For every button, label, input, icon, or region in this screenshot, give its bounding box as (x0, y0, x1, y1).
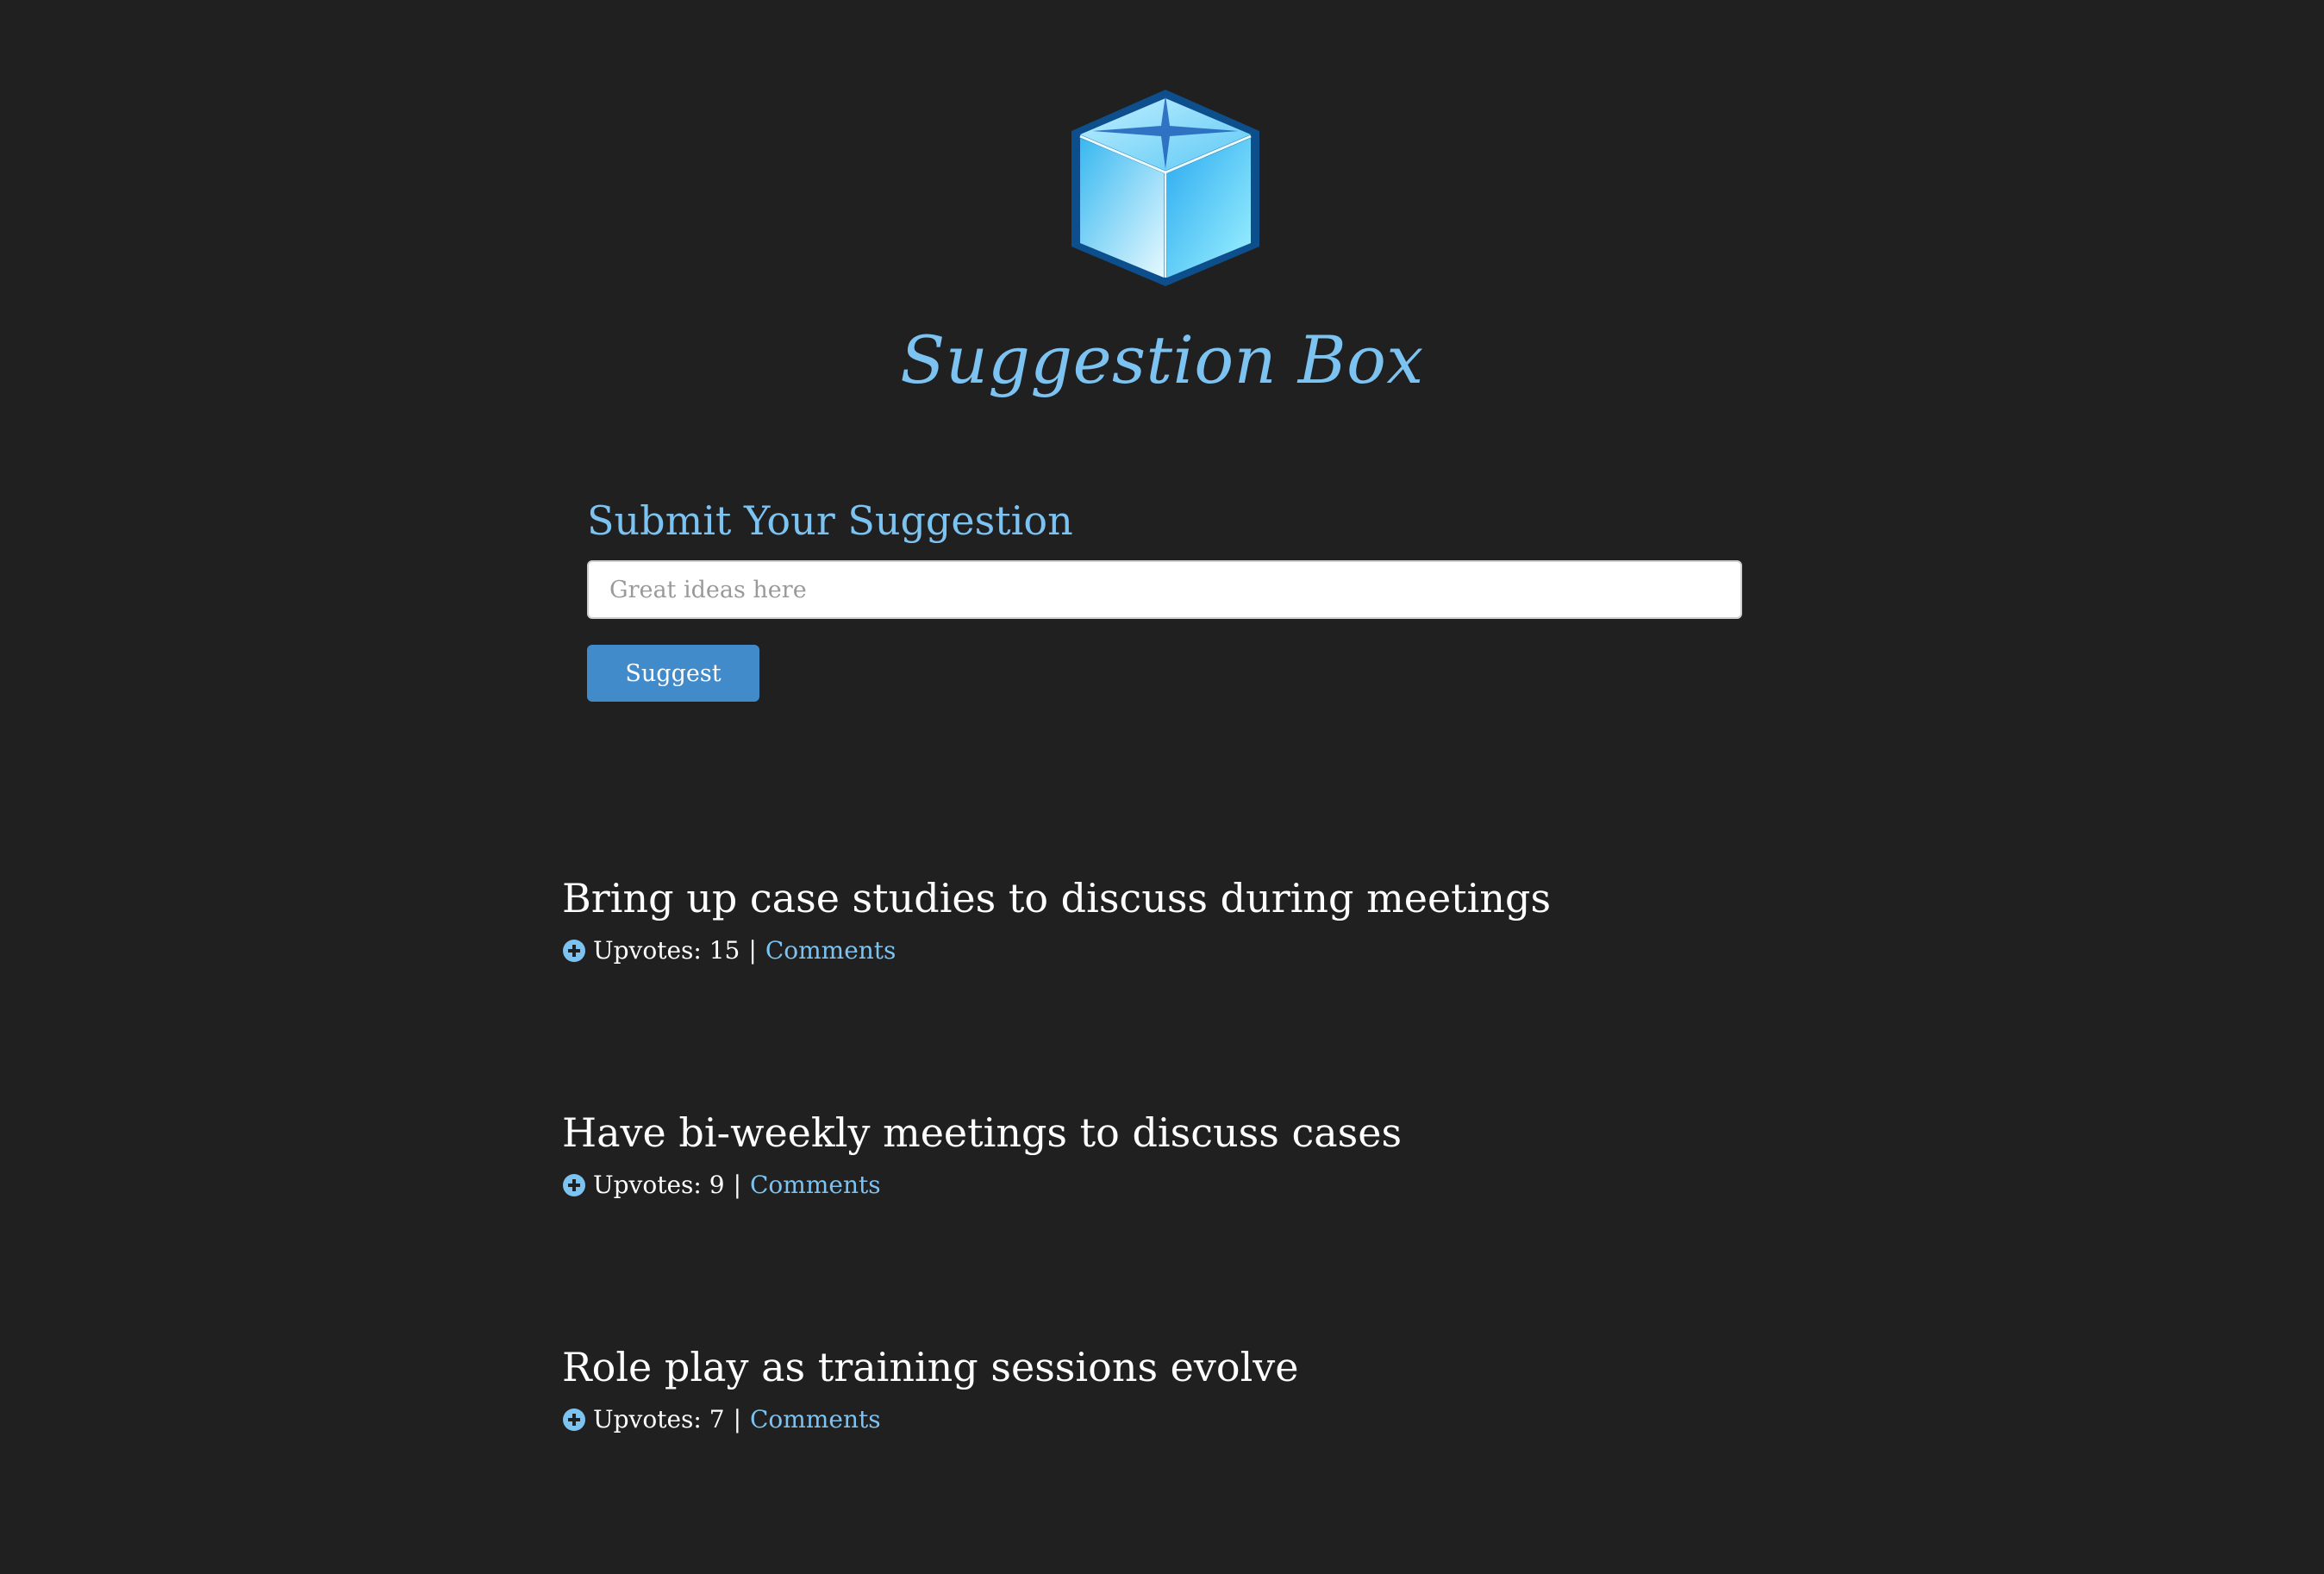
app-title: Suggestion Box (900, 322, 1424, 398)
upvotes-label: Upvotes: (593, 936, 702, 965)
suggestion-meta: Upvotes: 9 | Comments (562, 1168, 1855, 1202)
comments-link[interactable]: Comments (750, 1402, 881, 1437)
suggestion-meta: Upvotes: 15 | Comments (562, 934, 1855, 968)
suggestion-title: Have bi-weekly meetings to discuss cases (562, 1109, 1403, 1156)
upvotes-label: Upvotes: (593, 1405, 702, 1433)
upvote-plus-icon[interactable] (562, 1408, 586, 1432)
upvotes-count: 9 (709, 1171, 725, 1199)
suggest-button[interactable]: Suggest (587, 645, 759, 702)
comments-link[interactable]: Comments (765, 934, 896, 968)
suggestion-list: Bring up case studies to discuss during … (562, 866, 1855, 1570)
upvote-plus-icon[interactable] (562, 939, 586, 963)
cube-logo-icon (1066, 86, 1265, 290)
meta-separator: | (733, 1171, 741, 1199)
suggestion-item: Role play as training sessions evolve Up… (562, 1335, 1855, 1570)
comments-link[interactable]: Comments (750, 1168, 881, 1202)
upvotes-count: 15 (709, 936, 740, 965)
meta-separator: | (748, 936, 757, 965)
suggestion-form: Submit Your Suggestion Suggest (587, 493, 1742, 702)
form-heading: Submit Your Suggestion (587, 497, 1073, 544)
upvotes-count: 7 (709, 1405, 725, 1433)
suggestion-title: Role play as training sessions evolve (562, 1344, 1299, 1390)
suggestion-title: Bring up case studies to discuss during … (562, 875, 1552, 921)
suggestion-input[interactable] (587, 560, 1742, 619)
upvotes-label: Upvotes: (593, 1171, 702, 1199)
suggestion-item: Bring up case studies to discuss during … (562, 866, 1855, 1101)
page: Suggestion Box Submit Your Suggestion Su… (0, 0, 2324, 1574)
meta-separator: | (733, 1405, 741, 1433)
suggestion-item: Have bi-weekly meetings to discuss cases… (562, 1101, 1855, 1335)
upvote-plus-icon[interactable] (562, 1173, 586, 1197)
suggestion-meta: Upvotes: 7 | Comments (562, 1402, 1855, 1437)
